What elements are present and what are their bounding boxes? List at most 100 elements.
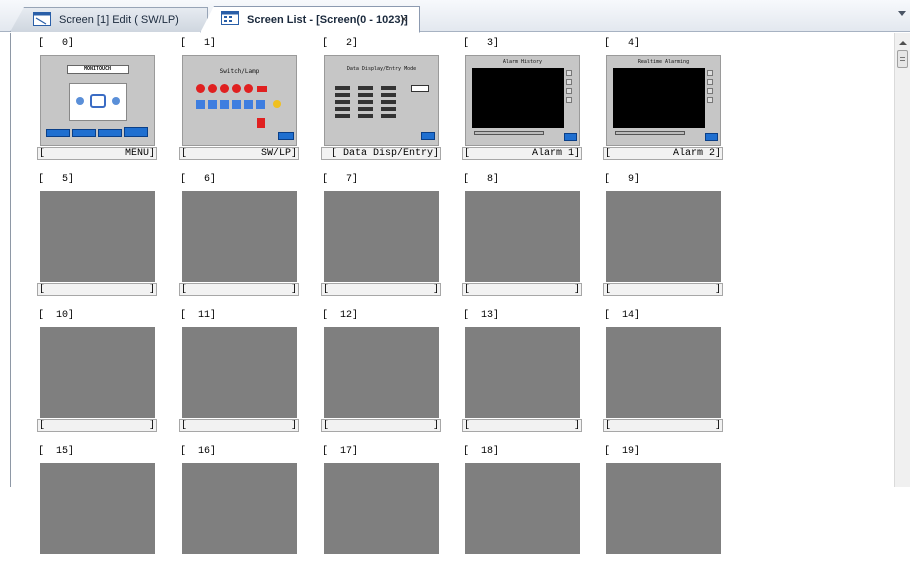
screen-name-field[interactable]: [] [321, 283, 441, 296]
scroll-button[interactable] [707, 70, 713, 76]
scroll-button[interactable] [707, 97, 713, 103]
switch-button[interactable] [208, 100, 217, 109]
screen-cell[interactable]: [ 1] Switch/Lamp [SW/LP] [153, 33, 299, 164]
screen-cell[interactable]: [ 4] Realtime Alarming [Alarm 2] [577, 33, 723, 164]
screen-cell[interactable]: [ 19] [577, 441, 721, 572]
scroll-button[interactable] [707, 88, 713, 94]
switch-button[interactable] [220, 100, 229, 109]
data-entry-box[interactable] [381, 114, 396, 118]
data-entry-box[interactable] [358, 86, 373, 90]
data-entry-box[interactable] [358, 100, 373, 104]
screen-cell[interactable]: [ 9] [] [577, 169, 723, 300]
screen-thumbnail[interactable] [465, 327, 580, 418]
screen-name-field[interactable]: [] [37, 283, 157, 296]
back-button[interactable] [705, 133, 718, 141]
screen-cell[interactable]: [ 17] [295, 441, 439, 572]
scroll-button[interactable] [707, 79, 713, 85]
menu-button[interactable] [46, 129, 70, 137]
screen-cell[interactable]: [ 18] [436, 441, 580, 572]
data-entry-box[interactable] [335, 100, 350, 104]
screen-thumbnail[interactable] [182, 191, 297, 282]
screen-thumbnail[interactable] [465, 463, 580, 554]
screen-cell[interactable]: [ 6] [] [153, 169, 299, 300]
screen-thumbnail[interactable] [182, 463, 297, 554]
screen-name-field[interactable]: [] [179, 419, 299, 432]
screen-name-field[interactable]: [] [603, 283, 723, 296]
screen-cell[interactable]: [ 11] [] [153, 305, 299, 436]
menu-button[interactable] [72, 129, 96, 137]
screen-cell[interactable]: [ 16] [153, 441, 297, 572]
screen-thumbnail[interactable] [324, 191, 439, 282]
screen-thumbnail[interactable] [182, 327, 297, 418]
scrollbar-thumb[interactable] [897, 50, 908, 68]
data-entry-box[interactable] [358, 114, 373, 118]
screen-name-field[interactable]: [Alarm 1] [462, 147, 582, 160]
data-entry-box[interactable] [411, 85, 429, 92]
screen-name-field[interactable]: [ Data Disp/Entry] [321, 147, 441, 160]
tab-screen-list[interactable]: Screen List - [Screen(0 - 1023)] × [200, 6, 420, 33]
switch-button[interactable] [232, 100, 241, 109]
screen-thumbnail[interactable]: Data Display/Entry Mode [324, 55, 439, 146]
screen-cell[interactable]: [ 5] [] [11, 169, 157, 300]
back-button[interactable] [564, 133, 577, 141]
screen-thumbnail[interactable] [465, 191, 580, 282]
menu-button[interactable] [124, 127, 148, 137]
switch-button[interactable] [257, 118, 265, 128]
screen-name-field[interactable]: [] [462, 283, 582, 296]
data-entry-box[interactable] [358, 93, 373, 97]
menu-button[interactable] [98, 129, 122, 137]
switch-button[interactable] [256, 100, 265, 109]
back-button[interactable] [421, 132, 435, 140]
screen-name-field[interactable]: [] [603, 419, 723, 432]
vertical-scrollbar[interactable] [894, 33, 910, 487]
data-entry-box[interactable] [358, 107, 373, 111]
scroll-up-icon[interactable] [899, 41, 907, 45]
screen-cell[interactable]: [ 3] Alarm History [Alarm 1] [436, 33, 582, 164]
screen-name-field[interactable]: [] [462, 419, 582, 432]
screen-thumbnail[interactable] [606, 327, 721, 418]
data-entry-box[interactable] [335, 93, 350, 97]
data-entry-box[interactable] [335, 86, 350, 90]
screen-name-field[interactable]: [] [179, 283, 299, 296]
close-icon[interactable]: × [397, 12, 411, 26]
screen-thumbnail[interactable]: MONITOUCH [40, 55, 155, 146]
screen-thumbnail[interactable] [324, 463, 439, 554]
screen-name-field[interactable]: [MENU] [37, 147, 157, 160]
screen-thumbnail[interactable]: Realtime Alarming [606, 55, 721, 146]
data-entry-box[interactable] [381, 100, 396, 104]
screen-cell[interactable]: [ 13] [] [436, 305, 582, 436]
data-entry-box[interactable] [335, 114, 350, 118]
screen-cell[interactable]: [ 10] [] [11, 305, 157, 436]
screen-cell[interactable]: [ 8] [] [436, 169, 582, 300]
scroll-button[interactable] [566, 88, 572, 94]
scroll-button[interactable] [566, 79, 572, 85]
screen-name-field[interactable]: [Alarm 2] [603, 147, 723, 160]
switch-button[interactable] [244, 100, 253, 109]
screen-thumbnail[interactable] [606, 463, 721, 554]
scroll-button[interactable] [566, 97, 572, 103]
screen-cell[interactable]: [ 15] [11, 441, 155, 572]
data-entry-box[interactable] [381, 107, 396, 111]
data-entry-box[interactable] [381, 86, 396, 90]
screen-cell[interactable]: [ 0] MONITOUCH [MENU] [11, 33, 157, 164]
screen-thumbnail[interactable] [40, 327, 155, 418]
back-button[interactable] [278, 132, 294, 140]
screen-thumbnail[interactable]: Alarm History [465, 55, 580, 146]
screen-cell[interactable]: [ 14] [] [577, 305, 723, 436]
screen-thumbnail[interactable]: Switch/Lamp [182, 55, 297, 146]
screen-name-field[interactable]: [] [37, 419, 157, 432]
screen-name-field[interactable]: [SW/LP] [179, 147, 299, 160]
screen-thumbnail[interactable] [40, 191, 155, 282]
scroll-button[interactable] [566, 70, 572, 76]
screen-thumbnail[interactable] [324, 327, 439, 418]
switch-button[interactable] [196, 100, 205, 109]
screen-thumbnail[interactable] [606, 191, 721, 282]
screen-cell[interactable]: [ 2] Data Display/Entry Mode [ Data Disp/E… [295, 33, 441, 164]
data-entry-box[interactable] [335, 107, 350, 111]
screen-name-field[interactable]: [] [321, 419, 441, 432]
tab-screen-edit[interactable]: Screen [1] Edit ( SW/LP) [10, 7, 208, 32]
screen-thumbnail[interactable] [40, 463, 155, 554]
screen-cell[interactable]: [ 12] [] [295, 305, 441, 436]
data-entry-box[interactable] [381, 93, 396, 97]
tab-list-dropdown-icon[interactable] [898, 11, 906, 16]
